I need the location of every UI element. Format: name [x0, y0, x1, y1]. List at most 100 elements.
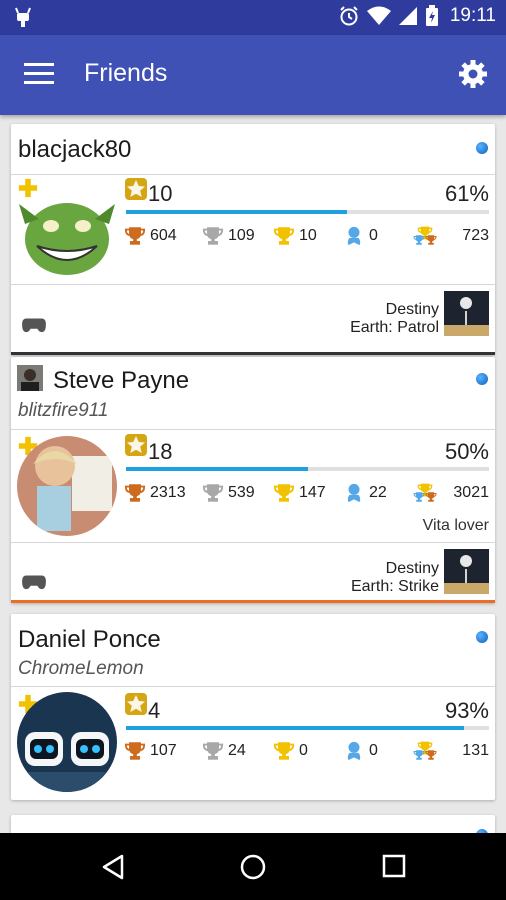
platinum-trophy-icon: [343, 482, 365, 504]
bronze-count: 2313: [150, 484, 186, 501]
friend-real-name: Steve Payne: [53, 367, 190, 394]
platinum-trophies: 0: [343, 225, 413, 247]
online-status-icon: [476, 631, 488, 643]
wifi-icon: [366, 6, 391, 25]
silver-count: 109: [228, 227, 255, 244]
bronze-trophy-icon: [124, 225, 146, 247]
divider: [11, 429, 495, 430]
page-title: Friends: [84, 59, 168, 87]
platinum-trophy-icon: [343, 740, 365, 762]
friend-real-name: Daniel Ponce: [18, 626, 161, 653]
silver-trophy-icon: [202, 225, 224, 247]
total-count: 3021: [453, 484, 489, 501]
platinum-count: 0: [369, 227, 378, 244]
platinum-trophy-icon: [343, 225, 365, 247]
now-playing: Destiny Earth: Patrol: [350, 301, 439, 337]
avatar: [17, 436, 117, 536]
game-activity: Earth: Strike: [350, 578, 439, 595]
silver-trophies: 109: [202, 225, 273, 247]
avatar: [19, 203, 115, 275]
playing-indicator: [11, 352, 495, 355]
recents-icon[interactable]: [381, 853, 407, 879]
level-star-icon: [124, 433, 148, 457]
level-progress-fill: [126, 467, 308, 471]
silver-count: 539: [228, 484, 255, 501]
game-cover: [444, 291, 489, 336]
alarm-icon: [340, 6, 358, 26]
gold-trophy-icon: [273, 740, 295, 762]
level-progress-text: 93%: [444, 698, 489, 723]
level-progress-bar: [126, 726, 489, 730]
level-star-icon: [124, 177, 148, 201]
total-trophies: 131: [413, 740, 489, 762]
level-progress-bar: [126, 467, 489, 471]
navigation-bar: [0, 833, 506, 900]
gold-trophy-icon: [273, 225, 295, 247]
bronze-count: 107: [150, 742, 177, 759]
gold-count: 0: [299, 742, 308, 759]
total-count: 723: [462, 227, 489, 244]
friend-card[interactable]: [11, 815, 495, 833]
level-progress-fill: [126, 726, 464, 730]
profile-picture-small: [17, 365, 43, 391]
bronze-trophies: 604: [124, 225, 202, 247]
game-title: Destiny: [385, 301, 439, 318]
signal-icon: [398, 7, 417, 25]
game-title: Destiny: [385, 560, 439, 577]
divider: [11, 686, 495, 687]
bronze-trophy-icon: [124, 482, 146, 504]
gold-count: 147: [299, 484, 326, 501]
platinum-count: 22: [369, 484, 387, 501]
silver-trophy-icon: [202, 740, 224, 762]
level-progress-bar: [126, 210, 489, 214]
app-bar: Friends: [0, 35, 506, 115]
friend-card[interactable]: Steve Payne blitzfire911 18 50% 2313 539…: [11, 357, 495, 603]
playing-indicator: [11, 600, 495, 603]
level-progress-text: 61%: [444, 181, 489, 206]
trophy-level: 10: [148, 181, 173, 206]
gold-trophies: 10: [273, 225, 343, 247]
bronze-trophies: 2313: [124, 482, 202, 504]
bronze-trophies: 107: [124, 740, 202, 762]
menu-icon[interactable]: [24, 63, 54, 85]
gold-trophies: 0: [273, 740, 343, 762]
trophy-level: 4: [148, 698, 161, 723]
total-trophies-icon: [413, 741, 437, 760]
trophy-counts: 107 24 0 0 131: [124, 740, 489, 762]
platinum-trophies: 0: [343, 740, 413, 762]
status-bar: 19:11: [0, 0, 506, 35]
friend-card[interactable]: blacjack80 10 61% 604 109 10 0 723 Desti…: [11, 124, 495, 355]
silver-trophy-icon: [202, 482, 224, 504]
game-cover: [444, 549, 489, 594]
bronze-trophy-icon: [124, 740, 146, 762]
total-trophies-icon: [413, 226, 437, 245]
platinum-trophies: 22: [343, 482, 413, 504]
silver-trophies: 24: [202, 740, 273, 762]
friend-card[interactable]: Daniel Ponce ChromeLemon 4 93% 107 24 0 …: [11, 614, 495, 800]
back-icon[interactable]: [100, 853, 126, 881]
level-progress-fill: [126, 210, 348, 214]
silver-trophies: 539: [202, 482, 273, 504]
now-playing: Destiny Earth: Strike: [351, 560, 439, 596]
online-status-icon: [476, 142, 488, 154]
divider: [11, 284, 495, 285]
home-icon[interactable]: [239, 853, 267, 881]
trophy-counts: 2313 539 147 22 3021: [124, 482, 489, 504]
about-me: Vita lover: [422, 517, 489, 534]
gamepad-icon: [21, 573, 47, 590]
avatar: [17, 692, 117, 792]
friend-online-id: ChromeLemon: [18, 658, 144, 679]
total-trophies: 3021: [413, 482, 489, 504]
divider: [11, 542, 495, 543]
clock: 19:11: [449, 5, 496, 26]
settings-gear-icon[interactable]: [458, 59, 488, 89]
silver-count: 24: [228, 742, 246, 759]
level-progress-text: 50%: [444, 439, 489, 464]
friend-online-id: blacjack80: [18, 136, 132, 163]
total-count: 131: [462, 742, 489, 759]
friends-list[interactable]: blacjack80 10 61% 604 109 10 0 723 Desti…: [0, 115, 506, 833]
friend-online-id: blitzfire911: [18, 400, 109, 421]
gold-trophies: 147: [273, 482, 343, 504]
gold-count: 10: [299, 227, 317, 244]
divider: [11, 174, 495, 175]
